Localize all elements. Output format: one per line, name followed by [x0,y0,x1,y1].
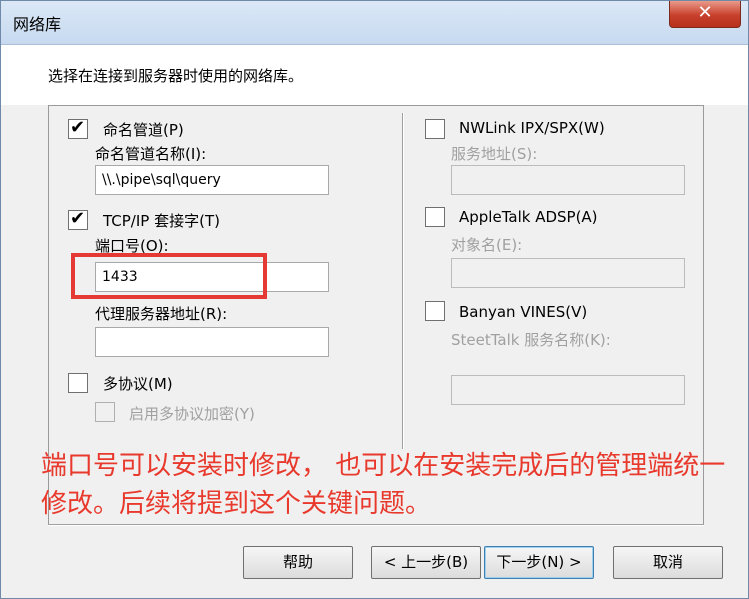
tcpip-checkbox[interactable]: ✔ [68,208,88,230]
object-name-label: 对象名(E): [451,236,523,254]
button-separator [48,524,704,526]
port-highlight-box [71,253,267,299]
close-button[interactable]: ✕ [669,1,741,28]
check-icon: ✔ [70,117,86,138]
instruction-text: 选择在连接到服务器时使用的网络库。 [48,67,304,85]
column-divider [402,113,404,449]
named-pipes-checkbox[interactable]: ✔ [68,117,88,139]
nwlink-label: NWLink IPX/SPX(W) [459,119,605,137]
cancel-button[interactable]: 取消 [613,546,723,579]
proxy-address-input[interactable] [95,327,329,357]
window-title: 网络库 [13,15,62,34]
appletalk-checkbox[interactable] [425,207,445,227]
multiprotocol-checkbox[interactable] [68,373,88,393]
nwlink-checkbox[interactable] [425,119,445,139]
banyan-label: Banyan VINES(V) [459,303,588,321]
object-name-input[interactable] [451,258,685,288]
tcpip-label: TCP/IP 套接字(T) [103,212,220,230]
multiprotocol-encryption-label: 启用多协议加密(Y) [129,405,255,423]
multiprotocol-encryption-checkbox[interactable] [95,402,115,422]
network-library-dialog: 网络库 ✕ 选择在连接到服务器时使用的网络库。 ✔ 命名管道(P) 命名管道名称… [0,0,749,599]
banyan-checkbox[interactable] [425,301,445,321]
annotation-text: 端口号可以安装时修改， 也可以在安装完成后的管理端统一修改。后续将提到这个关键问… [41,451,726,519]
next-button[interactable]: 下一步(N) > [484,546,594,579]
pipe-name-label: 命名管道名称(I): [95,145,207,163]
multiprotocol-label: 多协议(M) [103,375,173,393]
streettalk-service-label: SteetTalk 服务名称(K): [451,331,611,349]
check-icon: ✔ [70,208,86,229]
named-pipes-label: 命名管道(P) [103,121,184,139]
service-address-label: 服务地址(S): [451,145,538,163]
appletalk-label: AppleTalk ADSP(A) [459,208,598,226]
service-address-input[interactable] [451,165,685,195]
title-bar: 网络库 ✕ [1,1,748,45]
pipe-name-input[interactable]: \\.\pipe\sql\query [95,165,329,195]
streettalk-service-input[interactable] [451,375,685,405]
back-button[interactable]: < 上一步(B) [371,546,481,579]
help-button[interactable]: 帮助 [243,546,353,579]
proxy-address-label: 代理服务器地址(R): [95,305,228,323]
